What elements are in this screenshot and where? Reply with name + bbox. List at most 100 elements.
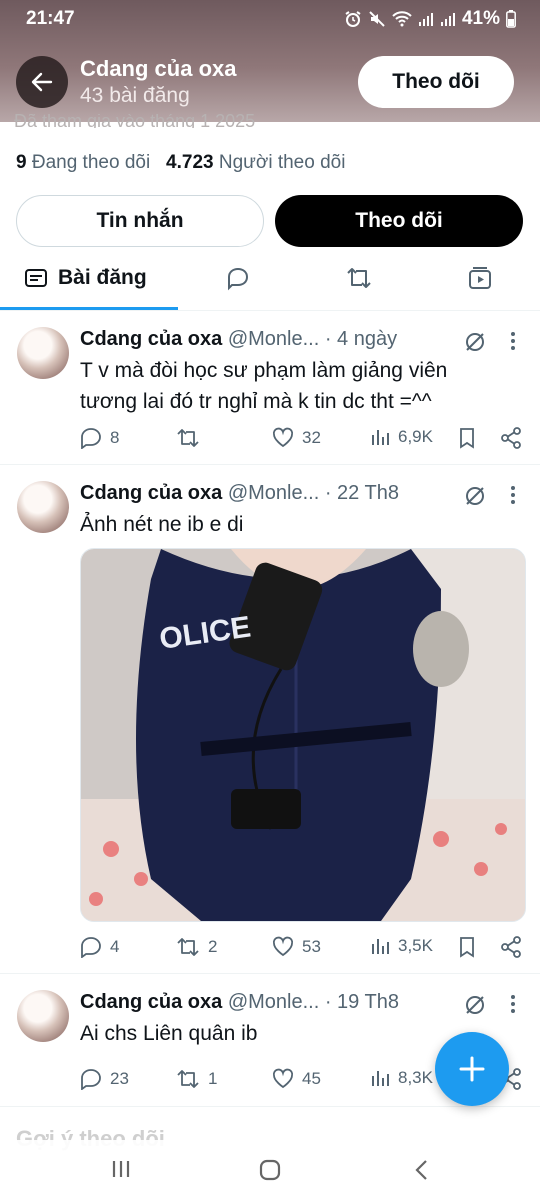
followers-link[interactable]: 4.723 Người theo dõi xyxy=(166,152,345,173)
more-options-icon[interactable] xyxy=(510,994,516,1014)
alarm-icon xyxy=(344,10,362,28)
avatar[interactable] xyxy=(17,481,69,533)
views-button[interactable]: 6,9K xyxy=(370,427,433,447)
bookmark-button[interactable] xyxy=(457,427,477,449)
battery-percent: 41% xyxy=(461,8,500,29)
views-icon xyxy=(370,1068,390,1088)
recent-apps-button[interactable] xyxy=(110,1158,132,1180)
tab-media[interactable] xyxy=(467,265,493,291)
followers-count: 4.723 xyxy=(166,152,214,173)
tweet-item[interactable]: Cdang của oxa @Monle... · 4 ngày T v mà … xyxy=(0,311,540,465)
like-count: 32 xyxy=(302,428,321,447)
tweet-author-handle: @Monle... xyxy=(227,482,320,504)
following-link[interactable]: 9 Đang theo dõi xyxy=(16,152,150,173)
tweet-author-handle: @Monle... xyxy=(227,328,320,350)
share-icon xyxy=(500,427,522,449)
tweet-meta: Cdang của oxa @Monle... · 4 ngày xyxy=(80,328,397,351)
like-button[interactable]: 53 xyxy=(272,936,321,958)
mute-icon xyxy=(368,10,386,28)
tab-replies[interactable] xyxy=(225,265,251,291)
reply-count: 8 xyxy=(110,428,120,447)
grok-icon[interactable] xyxy=(464,331,486,353)
home-icon xyxy=(258,1158,282,1182)
repost-icon xyxy=(176,1068,200,1090)
reply-button[interactable]: 8 xyxy=(80,427,119,449)
system-back-button[interactable] xyxy=(412,1158,432,1182)
bookmark-icon xyxy=(457,427,477,449)
signal-icon xyxy=(418,11,434,27)
share-icon xyxy=(500,936,522,958)
header-profile-name: Cdang của oxa xyxy=(80,56,237,81)
bookmark-icon xyxy=(457,936,477,958)
like-button[interactable]: 45 xyxy=(272,1068,321,1090)
tweet-date: · 22 Th8 xyxy=(324,482,399,504)
tweet-author-handle: @Monle... xyxy=(227,991,320,1013)
repost-button[interactable]: 2 xyxy=(176,936,217,958)
posts-icon xyxy=(24,267,48,289)
status-bar: 21:47 41% xyxy=(0,0,540,38)
grok-icon[interactable] xyxy=(464,485,486,507)
reply-icon xyxy=(80,1068,102,1090)
repost-icon xyxy=(176,427,200,449)
recent-apps-icon xyxy=(110,1158,132,1180)
plus-icon xyxy=(458,1055,486,1083)
active-tab-indicator xyxy=(0,307,178,310)
reply-icon xyxy=(80,936,102,958)
tweet-author-name: Cdang của oxa xyxy=(80,482,223,504)
reply-button[interactable]: 23 xyxy=(80,1068,129,1090)
share-button[interactable] xyxy=(500,427,522,449)
views-icon xyxy=(370,936,390,956)
header-follow-button[interactable]: Theo dõi xyxy=(358,56,514,108)
tweet-meta: Cdang của oxa @Monle... · 19 Th8 xyxy=(80,991,399,1014)
chevron-left-icon xyxy=(412,1158,432,1182)
compose-button[interactable] xyxy=(435,1032,509,1106)
system-nav-bar xyxy=(0,1140,540,1200)
home-button[interactable] xyxy=(258,1158,282,1182)
views-count: 3,5K xyxy=(398,936,433,955)
tweet-date: · 4 ngày xyxy=(324,328,398,350)
repost-count: 1 xyxy=(208,1069,218,1088)
heart-icon xyxy=(272,427,294,449)
message-button[interactable]: Tin nhắn xyxy=(16,195,264,247)
replies-icon xyxy=(225,265,251,291)
like-count: 45 xyxy=(302,1069,321,1088)
reply-icon xyxy=(80,427,102,449)
views-button[interactable]: 3,5K xyxy=(370,936,433,956)
tweet-author-name: Cdang của oxa xyxy=(80,991,223,1013)
heart-icon xyxy=(272,1068,294,1090)
followers-label: Người theo dõi xyxy=(218,152,346,173)
repost-button[interactable]: 1 xyxy=(176,1068,217,1090)
tab-posts-label: Bài đăng xyxy=(58,266,147,289)
follow-stats: 9 Đang theo dõi 4.723 Người theo dõi xyxy=(16,152,345,174)
reply-count: 23 xyxy=(110,1069,129,1088)
profile-header-banner: 21:47 41% Cdang của oxa 43 bài đăng Theo… xyxy=(0,0,540,122)
avatar[interactable] xyxy=(17,327,69,379)
views-count: 6,9K xyxy=(398,427,433,446)
views-icon xyxy=(370,427,390,447)
media-icon xyxy=(467,265,493,291)
tweet-media-image[interactable]: OLICE xyxy=(80,548,526,922)
repost-count: 2 xyxy=(208,937,218,956)
back-button[interactable] xyxy=(16,56,68,108)
wifi-icon xyxy=(392,11,412,27)
tweet-author-name: Cdang của oxa xyxy=(80,328,223,350)
profile-tabs: Bài đăng xyxy=(0,252,540,311)
like-button[interactable]: 32 xyxy=(272,427,321,449)
more-options-icon[interactable] xyxy=(510,331,516,351)
views-count: 8,3K xyxy=(398,1068,433,1087)
tab-reposts[interactable] xyxy=(345,265,373,291)
views-button[interactable]: 8,3K xyxy=(370,1068,433,1088)
bookmark-button[interactable] xyxy=(457,936,477,958)
like-count: 53 xyxy=(302,937,321,956)
join-date-partial: Đã tham gia vào tháng 1 2025 xyxy=(14,114,256,128)
follow-button[interactable]: Theo dõi xyxy=(275,195,523,247)
share-button[interactable] xyxy=(500,936,522,958)
reply-button[interactable]: 4 xyxy=(80,936,119,958)
grok-icon[interactable] xyxy=(464,994,486,1016)
repost-button[interactable] xyxy=(176,427,208,449)
tweet-date: · 19 Th8 xyxy=(324,991,399,1013)
following-label: Đang theo dõi xyxy=(31,152,151,173)
more-options-icon[interactable] xyxy=(510,485,516,505)
tab-posts[interactable]: Bài đăng xyxy=(24,266,147,290)
avatar[interactable] xyxy=(17,990,69,1042)
